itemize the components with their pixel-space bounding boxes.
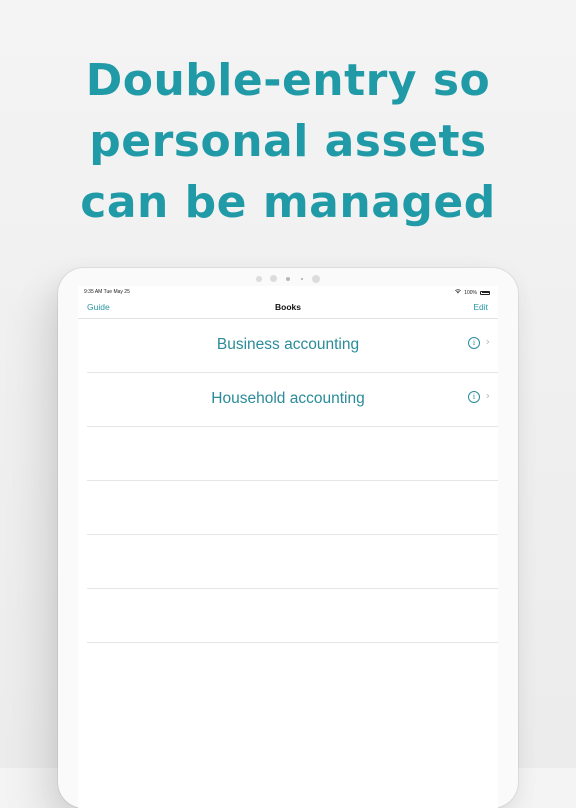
empty-row (87, 535, 498, 589)
status-time: 9:35 AM Tue May 25 (84, 289, 130, 295)
status-right: 100% (455, 289, 490, 296)
battery-icon (480, 290, 490, 295)
sensor-dot (256, 276, 262, 282)
empty-row (87, 589, 498, 643)
headline: Double-entry so personal assets can be m… (0, 50, 576, 233)
navigation-bar: Guide Books Edit (78, 298, 498, 319)
battery-percent: 100% (464, 289, 477, 296)
chevron-right-icon: › (485, 389, 490, 402)
info-icon[interactable]: i (468, 337, 480, 349)
info-icon[interactable]: i (468, 391, 480, 403)
tablet-frame: 9:35 AM Tue May 25 100% Guide Books Edit… (58, 268, 518, 808)
book-row-business[interactable]: Business accounting i › (87, 319, 498, 373)
edit-button[interactable]: Edit (473, 302, 488, 312)
book-row-household[interactable]: Household accounting i › (87, 373, 498, 427)
book-label: Business accounting (216, 336, 360, 353)
empty-row (87, 427, 498, 481)
page-title: Books (275, 302, 301, 312)
headline-line-2: personal assets (89, 116, 487, 167)
sensor-dot (270, 275, 277, 282)
wifi-icon (455, 289, 462, 296)
empty-row (87, 481, 498, 535)
app-screen: 9:35 AM Tue May 25 100% Guide Books Edit… (78, 286, 498, 808)
headline-line-1: Double-entry so (85, 55, 491, 106)
sensor-dot (301, 278, 303, 280)
chevron-right-icon: › (485, 335, 490, 348)
books-list: Business accounting i › Household accoun… (78, 319, 498, 643)
status-bar: 9:35 AM Tue May 25 100% (78, 286, 498, 298)
headline-line-3: can be managed (80, 177, 496, 228)
camera-dot (286, 277, 290, 281)
book-label: Household accounting (211, 390, 365, 407)
sensor-dot (312, 275, 320, 283)
camera-sensors (58, 274, 518, 283)
